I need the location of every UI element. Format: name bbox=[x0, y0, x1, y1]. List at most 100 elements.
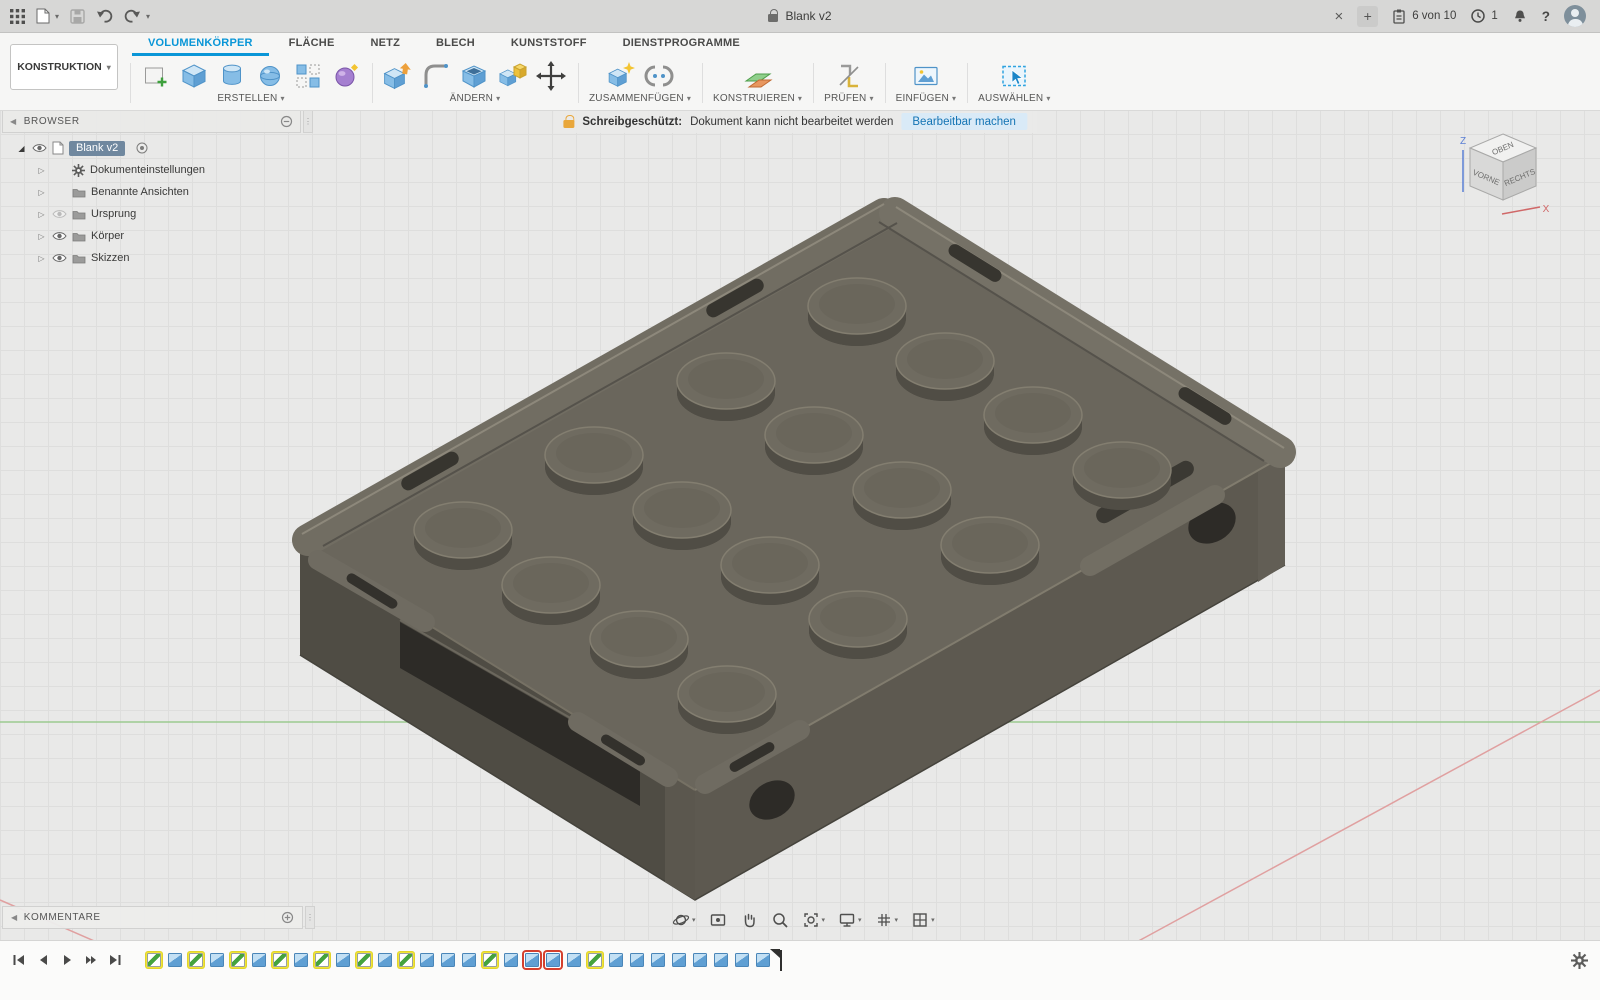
timeline-feature-item[interactable] bbox=[314, 952, 330, 968]
ribbon-tab[interactable]: BLECH bbox=[420, 32, 491, 56]
timeline-feature-item[interactable] bbox=[251, 952, 267, 968]
timeline-feature-item[interactable] bbox=[755, 952, 771, 968]
erstellen-caret-icon[interactable] bbox=[280, 93, 284, 104]
timeline-feature-item[interactable] bbox=[545, 952, 561, 968]
bell-icon[interactable] bbox=[1512, 9, 1528, 24]
go-to-start-icon[interactable] bbox=[12, 953, 26, 967]
expand-arrow-icon[interactable]: ▷ bbox=[36, 188, 47, 197]
fit-tool[interactable]: ▾ bbox=[802, 911, 825, 929]
browser-item[interactable]: ▷ Dokumenteinstellungen bbox=[2, 159, 302, 181]
browser-item[interactable]: ▷ Skizzen bbox=[2, 247, 302, 269]
panel-resize-handle[interactable] bbox=[303, 110, 313, 133]
shell-icon[interactable] bbox=[459, 61, 489, 91]
box-icon[interactable] bbox=[179, 61, 209, 91]
press-pull-icon[interactable] bbox=[383, 61, 413, 91]
timeline-feature-item[interactable] bbox=[629, 952, 645, 968]
measure-icon[interactable] bbox=[834, 61, 864, 91]
combine-icon[interactable] bbox=[497, 61, 527, 91]
visibility-toggle-icon[interactable] bbox=[52, 253, 67, 263]
timeline-feature-item[interactable] bbox=[587, 952, 603, 968]
viewports-caret-icon[interactable]: ▾ bbox=[931, 916, 935, 924]
form-icon[interactable] bbox=[331, 61, 361, 91]
browser-item[interactable]: ▷ Benannte Ansichten bbox=[2, 181, 302, 203]
move-icon[interactable] bbox=[535, 60, 567, 92]
step-back-icon[interactable] bbox=[36, 953, 50, 967]
aendern-caret-icon[interactable] bbox=[496, 93, 500, 104]
timeline-feature-item[interactable] bbox=[734, 952, 750, 968]
file-menu-icon[interactable] bbox=[36, 8, 50, 24]
model-body[interactable] bbox=[292, 197, 1296, 901]
einfuegen-caret-icon[interactable] bbox=[952, 93, 956, 104]
timeline-feature-item[interactable] bbox=[419, 952, 435, 968]
timeline-feature-item[interactable] bbox=[503, 952, 519, 968]
display-caret-icon[interactable]: ▾ bbox=[858, 916, 862, 924]
timeline-feature-item[interactable] bbox=[272, 952, 288, 968]
orbit-tool[interactable]: ▾ bbox=[672, 911, 696, 929]
expand-arrow-icon[interactable]: ▷ bbox=[36, 232, 47, 241]
cylinder-icon[interactable] bbox=[217, 61, 247, 91]
group-label-auswaehlen[interactable]: AUSWÄHLEN bbox=[978, 93, 1043, 104]
comments-options-icon[interactable] bbox=[281, 911, 294, 924]
ribbon-tab[interactable]: VOLUMENKÖRPER bbox=[132, 32, 269, 56]
timeline-feature-item[interactable] bbox=[146, 952, 162, 968]
grid-caret-icon[interactable]: ▾ bbox=[895, 916, 899, 924]
redo-caret-icon[interactable]: ▾ bbox=[146, 12, 150, 21]
pan-tool[interactable] bbox=[740, 911, 758, 929]
expand-arrow-icon[interactable]: ▷ bbox=[36, 166, 47, 175]
timeline-feature-item[interactable] bbox=[566, 952, 582, 968]
timeline-feature-item[interactable] bbox=[230, 952, 246, 968]
timeline-feature-item[interactable] bbox=[293, 952, 309, 968]
view-cube[interactable]: Z X OBEN VORNE RECHTS bbox=[1454, 124, 1552, 222]
new-tab-button[interactable]: + bbox=[1357, 5, 1379, 27]
3d-canvas[interactable]: Schreibgeschützt: Dokument kann nicht be… bbox=[0, 110, 1600, 941]
collapse-comments-icon[interactable]: ◀ bbox=[11, 913, 18, 922]
browser-root-label[interactable]: Blank v2 bbox=[69, 140, 126, 156]
timeline-feature-item[interactable] bbox=[335, 952, 351, 968]
redo-icon[interactable] bbox=[124, 8, 141, 24]
viewports-tool[interactable]: ▾ bbox=[911, 911, 935, 929]
timeline-feature-item[interactable] bbox=[398, 952, 414, 968]
visibility-toggle-icon[interactable] bbox=[52, 231, 67, 241]
construction-mode-button[interactable]: KONSTRUKTION bbox=[10, 44, 118, 90]
expand-arrow-icon[interactable]: ▷ bbox=[36, 210, 47, 219]
select-icon[interactable] bbox=[999, 61, 1029, 91]
construction-plane-icon[interactable] bbox=[743, 61, 773, 91]
ribbon-tab[interactable]: DIENSTPROGRAMME bbox=[607, 32, 756, 56]
undo-icon[interactable] bbox=[96, 8, 113, 24]
play-icon[interactable] bbox=[60, 953, 74, 967]
browser-item[interactable]: ▷ Ursprung bbox=[2, 203, 302, 225]
fillet-icon[interactable] bbox=[421, 61, 451, 91]
make-editable-button[interactable]: Bearbeitbar machen bbox=[901, 113, 1027, 130]
browser-options-icon[interactable] bbox=[280, 115, 293, 128]
comments-bar[interactable]: ◀ KOMMENTARE bbox=[2, 906, 315, 929]
file-menu-caret-icon[interactable]: ▾ bbox=[55, 12, 59, 21]
timeline-feature-item[interactable] bbox=[440, 952, 456, 968]
expand-arrow-icon[interactable]: ▷ bbox=[36, 254, 47, 263]
ribbon-tab[interactable]: KUNSTSTOFF bbox=[495, 32, 603, 56]
orbit-caret-icon[interactable]: ▾ bbox=[692, 916, 696, 924]
display-settings[interactable]: ▾ bbox=[838, 911, 862, 929]
collapse-browser-icon[interactable]: ◀ bbox=[10, 117, 17, 126]
new-component-icon[interactable] bbox=[606, 61, 636, 91]
group-label-einfuegen[interactable]: EINFÜGEN bbox=[896, 93, 949, 104]
pruefen-caret-icon[interactable] bbox=[869, 93, 873, 104]
timeline-feature-item[interactable] bbox=[209, 952, 225, 968]
group-label-konstruieren[interactable]: KONSTRUIEREN bbox=[713, 93, 795, 104]
timeline-position-marker[interactable] bbox=[770, 948, 782, 971]
activate-radio-icon[interactable] bbox=[136, 142, 148, 154]
sphere-icon[interactable] bbox=[255, 61, 285, 91]
panel-resize-handle[interactable] bbox=[305, 906, 315, 929]
timeline-feature-item[interactable] bbox=[356, 952, 372, 968]
insert-image-icon[interactable] bbox=[911, 61, 941, 91]
timeline-feature-item[interactable] bbox=[692, 952, 708, 968]
grid-settings[interactable]: ▾ bbox=[875, 911, 899, 929]
timeline-feature-item[interactable] bbox=[671, 952, 687, 968]
auswaehlen-caret-icon[interactable] bbox=[1046, 93, 1050, 104]
user-avatar[interactable] bbox=[1564, 5, 1586, 27]
timeline-feature-item[interactable] bbox=[650, 952, 666, 968]
browser-header[interactable]: ◀ BROWSER bbox=[2, 110, 301, 133]
group-label-aendern[interactable]: ÄNDERN bbox=[450, 93, 493, 104]
ribbon-tab[interactable]: NETZ bbox=[354, 32, 416, 56]
timeline-feature-item[interactable] bbox=[461, 952, 477, 968]
timeline-feature-item[interactable] bbox=[188, 952, 204, 968]
